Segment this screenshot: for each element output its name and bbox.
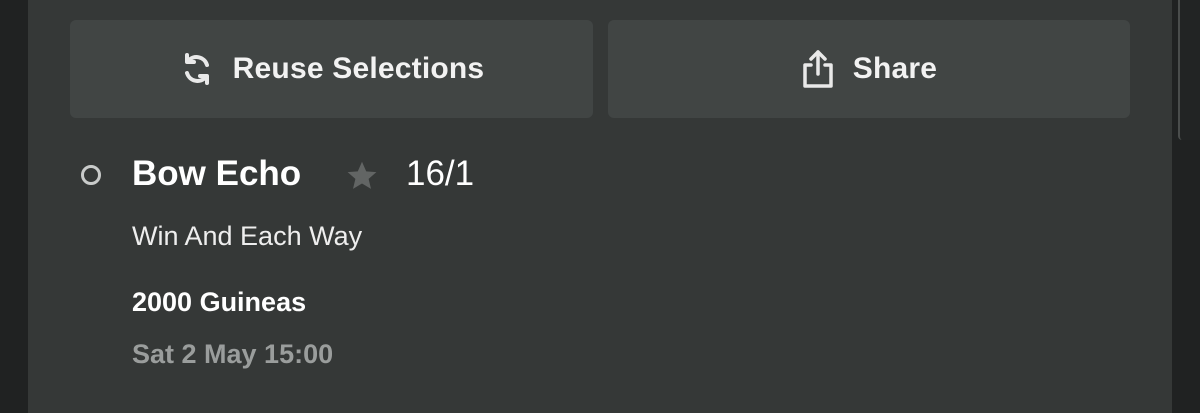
share-label: Share [852, 52, 938, 85]
event-datetime: Sat 2 May 15:00 [132, 339, 334, 369]
refresh-icon [179, 51, 215, 87]
star-icon[interactable] [344, 158, 380, 194]
bet-card: Reuse Selections Share Bow Echo 16/1 Win… [28, 0, 1172, 413]
reuse-selections-button[interactable]: Reuse Selections [70, 20, 593, 118]
share-button[interactable]: Share [608, 20, 1130, 118]
selection-radio[interactable] [81, 165, 101, 185]
scrollbar[interactable] [1178, 0, 1200, 140]
selection-odds: 16/1 [406, 154, 475, 193]
event-name: 2000 Guineas [132, 287, 307, 317]
selection-name: Bow Echo [132, 154, 302, 193]
market-type: Win And Each Way [132, 221, 363, 251]
reuse-selections-label: Reuse Selections [232, 52, 485, 85]
page: Reuse Selections Share Bow Echo 16/1 Win… [0, 0, 1200, 413]
share-icon [801, 49, 835, 89]
